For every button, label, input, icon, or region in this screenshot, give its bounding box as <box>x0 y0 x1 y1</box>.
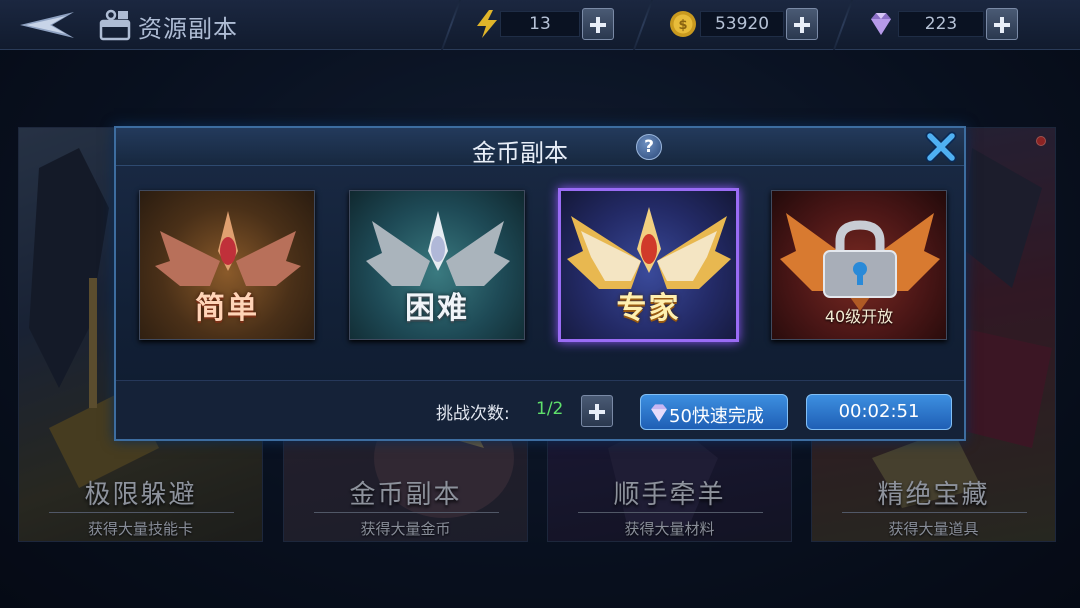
gold-dungeon-dialog: 金币副本 ? 简单 困难 专家 40级开放 挑战次数: 1/2 50快速完成 0… <box>114 126 966 441</box>
lightning-icon <box>477 10 497 38</box>
unlock-requirement: 40级开放 <box>824 307 894 326</box>
difficulty-hard[interactable]: 困难 <box>349 190 525 340</box>
difficulty-expert[interactable]: 专家 <box>558 188 739 342</box>
dialog-title: 金币副本 <box>472 139 568 167</box>
difficulty-label: 专家 <box>616 291 681 326</box>
divider <box>632 0 654 50</box>
game-screen: 资源副本 13 $ 53920 223 极限躲避 获得大量技能卡 金币副本 获得… <box>0 0 1080 608</box>
quick-complete-button[interactable]: 50快速完成 <box>640 394 788 430</box>
gold-value: 53920 <box>700 11 784 37</box>
quick-complete-label: 50快速完成 <box>669 406 764 427</box>
top-bar: 资源副本 13 $ 53920 223 <box>0 0 1080 50</box>
add-energy-button[interactable] <box>582 8 614 40</box>
countdown-timer-button[interactable]: 00:02:51 <box>806 394 952 430</box>
close-icon[interactable] <box>924 130 958 164</box>
diamond-value: 223 <box>898 11 984 37</box>
add-gold-button[interactable] <box>786 8 818 40</box>
divider <box>440 0 462 50</box>
help-button[interactable]: ? <box>636 134 662 160</box>
challenge-count-value: 1/2 <box>536 399 564 419</box>
diamond-icon <box>651 404 667 422</box>
add-challenge-button[interactable] <box>581 395 613 427</box>
energy-value: 13 <box>500 11 580 37</box>
challenge-count-label: 挑战次数: <box>436 404 510 424</box>
back-arrow-icon <box>20 12 74 38</box>
difficulty-easy[interactable]: 简单 <box>139 190 315 340</box>
page-title: 资源副本 <box>138 15 238 43</box>
dialog-footer: 挑战次数: 1/2 50快速完成 00:02:51 <box>116 380 964 439</box>
diamond-icon <box>871 13 891 35</box>
gold-coin-icon: $ <box>670 11 696 37</box>
difficulty-label: 简单 <box>195 291 259 326</box>
dialog-header: 金币副本 ? <box>116 128 964 167</box>
back-button[interactable] <box>18 8 76 42</box>
treasure-chest-icon <box>99 9 131 41</box>
difficulty-hell-locked[interactable]: 40级开放 <box>771 190 947 340</box>
add-diamond-button[interactable] <box>986 8 1018 40</box>
difficulty-label: 困难 <box>405 291 469 326</box>
svg-text:$: $ <box>678 18 687 33</box>
padlock-icon <box>823 220 897 298</box>
divider <box>832 0 854 50</box>
